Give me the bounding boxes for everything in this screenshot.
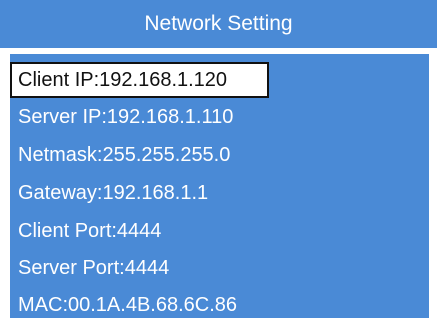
setting-netmask[interactable]: Netmask:255.255.255.0 <box>10 137 429 173</box>
setting-server-ip[interactable]: Server IP:192.168.1.110 <box>10 99 429 135</box>
setting-server-port[interactable]: Server Port:4444 <box>10 250 429 286</box>
setting-gateway[interactable]: Gateway:192.168.1.1 <box>10 175 429 211</box>
page-title: Network Setting <box>0 0 437 50</box>
setting-client-ip[interactable]: Client IP:192.168.1.120 <box>10 62 269 98</box>
network-setting-panel: Network Setting Client IP:192.168.1.120 … <box>0 0 437 318</box>
setting-client-port[interactable]: Client Port:4444 <box>10 213 429 249</box>
settings-list: Client IP:192.168.1.120 Server IP:192.16… <box>10 54 429 318</box>
